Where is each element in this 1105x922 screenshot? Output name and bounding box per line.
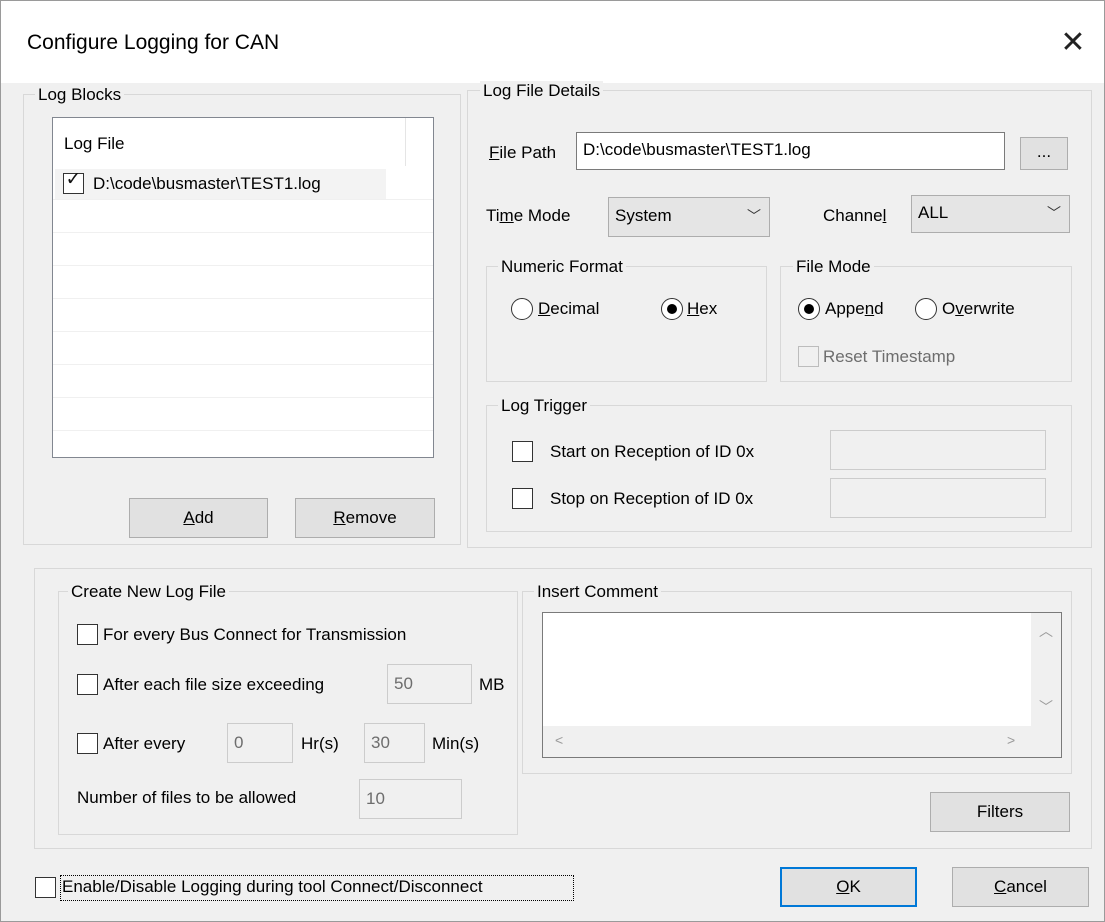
file-path-input[interactable]: D:\code\busmaster\TEST1.log bbox=[576, 132, 1005, 170]
configure-logging-dialog: Configure Logging for CAN ✕ Log Blocks L… bbox=[0, 0, 1105, 922]
scroll-left-icon[interactable]: < bbox=[555, 732, 563, 748]
grid-line bbox=[53, 265, 433, 266]
after-every-label: After every bbox=[103, 734, 186, 753]
log-blocks-label: Log Blocks bbox=[35, 85, 125, 105]
reset-timestamp-label: Reset Timestamp bbox=[823, 347, 956, 366]
numeric-format-label: Numeric Format bbox=[498, 257, 626, 277]
browse-button[interactable]: ... bbox=[1020, 137, 1068, 170]
remove-button[interactable]: Remove bbox=[295, 498, 435, 538]
grid-line bbox=[53, 430, 433, 431]
grid-line bbox=[53, 397, 433, 398]
time-mode-select[interactable]: System ﹀ bbox=[608, 197, 770, 237]
insert-comment-label: Insert Comment bbox=[534, 582, 661, 602]
grid-line bbox=[53, 199, 433, 200]
ok-button[interactable]: OK bbox=[780, 867, 917, 907]
log-trigger-label: Log Trigger bbox=[498, 396, 590, 416]
numeric-format-group bbox=[486, 266, 767, 382]
file-mode-label: File Mode bbox=[793, 257, 874, 277]
scroll-right-icon[interactable]: > bbox=[1007, 732, 1015, 748]
append-radio[interactable] bbox=[798, 298, 820, 320]
grid-line bbox=[53, 331, 433, 332]
start-trigger-id-input[interactable] bbox=[830, 430, 1046, 470]
title-bar[interactable]: Configure Logging for CAN ✕ bbox=[1, 1, 1104, 83]
append-label: Append bbox=[825, 299, 884, 318]
log-file-row-checkbox[interactable] bbox=[63, 173, 84, 194]
log-file-details-label: Log File Details bbox=[480, 81, 604, 101]
minutes-unit: Min(s) bbox=[432, 734, 480, 753]
horizontal-scrollbar[interactable]: < > bbox=[543, 726, 1031, 757]
chevron-down-icon: ﹀ bbox=[747, 208, 761, 224]
scrollbar-corner bbox=[1031, 726, 1061, 757]
add-button[interactable]: Add bbox=[129, 498, 268, 538]
grid-line bbox=[53, 364, 433, 365]
hex-radio[interactable] bbox=[661, 298, 683, 320]
reset-timestamp-checkbox[interactable] bbox=[798, 346, 819, 367]
grid-line bbox=[53, 232, 433, 233]
decimal-radio[interactable] bbox=[511, 298, 533, 320]
log-file-list[interactable]: Log File ✓ D:\code\busmaster\TEST1.log bbox=[52, 117, 434, 458]
channel-select[interactable]: ALL ﹀ bbox=[911, 195, 1070, 233]
stop-trigger-checkbox[interactable] bbox=[512, 488, 533, 509]
stop-trigger-label: Stop on Reception of ID 0x bbox=[550, 489, 754, 508]
hours-input[interactable]: 0 bbox=[227, 723, 293, 763]
enable-logging-label: Enable/Disable Logging during tool Conne… bbox=[62, 877, 483, 896]
hex-label: Hex bbox=[687, 299, 718, 318]
window-title: Configure Logging for CAN bbox=[27, 31, 280, 54]
channel-value: ALL bbox=[918, 203, 949, 222]
file-size-checkbox[interactable] bbox=[77, 674, 98, 695]
time-mode-value: System bbox=[615, 206, 672, 225]
every-bus-connect-label: For every Bus Connect for Transmission bbox=[103, 625, 407, 644]
file-size-input[interactable]: 50 bbox=[387, 664, 472, 704]
number-of-files-input[interactable]: 10 bbox=[359, 779, 462, 819]
grid-line bbox=[53, 298, 433, 299]
start-trigger-label: Start on Reception of ID 0x bbox=[550, 442, 755, 461]
every-bus-connect-checkbox[interactable] bbox=[77, 624, 98, 645]
log-file-row-label: D:\code\busmaster\TEST1.log bbox=[93, 174, 321, 193]
radio-selected-dot bbox=[804, 304, 814, 314]
enable-logging-checkbox[interactable] bbox=[35, 877, 56, 898]
scroll-down-icon[interactable]: ﹀ bbox=[1039, 697, 1053, 717]
decimal-label: Decimal bbox=[538, 299, 600, 318]
start-trigger-checkbox[interactable] bbox=[512, 441, 533, 462]
cancel-button[interactable]: Cancel bbox=[952, 867, 1089, 907]
comment-textarea[interactable]: ︿ ﹀ < > bbox=[542, 612, 1062, 758]
scroll-up-icon[interactable]: ︿ bbox=[1039, 621, 1053, 641]
file-path-label: File Path bbox=[489, 143, 557, 162]
create-new-log-file-label: Create New Log File bbox=[68, 582, 229, 602]
hours-unit: Hr(s) bbox=[301, 734, 339, 753]
minutes-input[interactable]: 30 bbox=[364, 723, 425, 763]
overwrite-label: Overwrite bbox=[942, 299, 1015, 318]
column-separator bbox=[405, 118, 406, 166]
file-size-label: After each file size exceeding bbox=[103, 675, 325, 694]
channel-label: Channel bbox=[823, 206, 887, 225]
log-file-row[interactable]: ✓ D:\code\busmaster\TEST1.log bbox=[55, 169, 386, 199]
after-every-checkbox[interactable] bbox=[77, 733, 98, 754]
stop-trigger-id-input[interactable] bbox=[830, 478, 1046, 518]
log-file-column-header: Log File bbox=[64, 134, 125, 153]
file-size-unit: MB bbox=[479, 675, 505, 694]
filters-button[interactable]: Filters bbox=[930, 792, 1070, 832]
time-mode-label: Time Mode bbox=[486, 206, 571, 225]
vertical-scrollbar[interactable]: ︿ ﹀ bbox=[1031, 613, 1061, 726]
overwrite-radio[interactable] bbox=[915, 298, 937, 320]
number-of-files-label: Number of files to be allowed bbox=[77, 788, 297, 807]
radio-selected-dot bbox=[667, 304, 677, 314]
chevron-down-icon: ﹀ bbox=[1047, 205, 1061, 221]
close-icon[interactable]: ✕ bbox=[1053, 23, 1093, 63]
